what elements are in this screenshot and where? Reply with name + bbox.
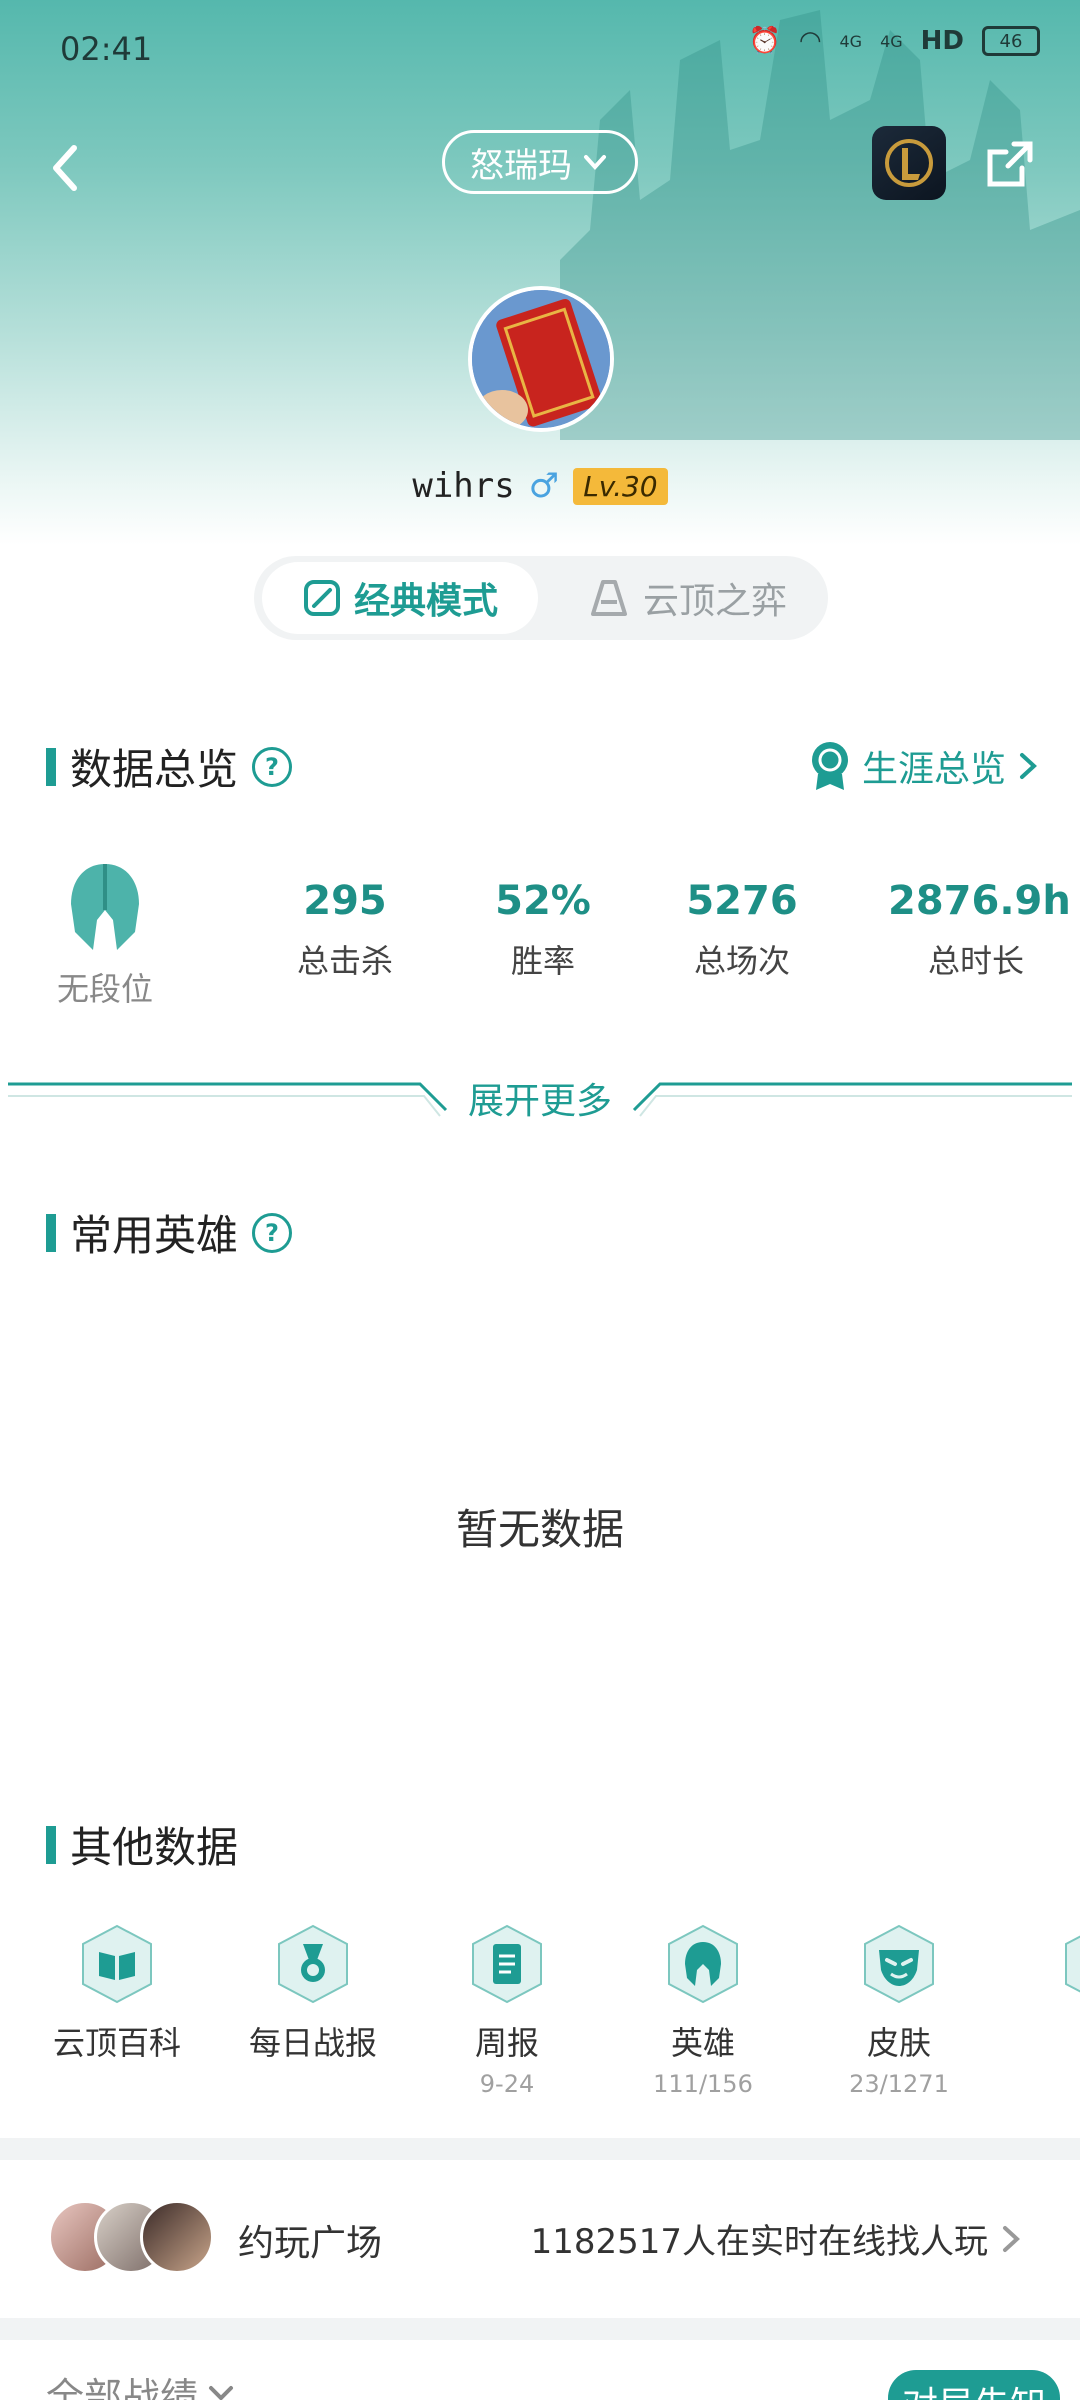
help-icon[interactable]: ? — [252, 746, 293, 787]
classic-mode-icon — [303, 580, 340, 616]
grid-item-tft-wiki[interactable]: 云顶百科 — [42, 1924, 192, 2064]
career-badge-icon — [811, 742, 848, 790]
top-bar: 怒瑞玛 — [0, 120, 1080, 210]
stat-total-kills: 295 总击杀 — [280, 878, 410, 982]
grid-item-partial[interactable] — [1020, 1924, 1080, 2004]
help-icon[interactable]: ? — [252, 1212, 293, 1253]
status-bar: 02:41 ⏰ ◠ 4G 4G HD 46 — [0, 0, 1080, 96]
grid-item-label: 英雄 — [670, 2024, 735, 2062]
stat-win-rate: 52% 胜率 — [478, 878, 608, 982]
career-link-label: 生涯总览 — [861, 749, 1006, 790]
helmet-icon — [668, 1924, 738, 2004]
partial-hexagon-icon — [1065, 1935, 1080, 1993]
chevron-down-icon — [584, 155, 606, 170]
overview-title: 数据总览 — [70, 745, 239, 794]
heroes-heading: 常用英雄 ? — [46, 1202, 293, 1263]
chevron-right-icon — [1003, 2225, 1020, 2252]
chevron-right-icon — [1020, 753, 1037, 779]
username: wihrs — [412, 466, 515, 506]
tft-icon — [590, 580, 627, 616]
stat-value: 5276 — [686, 878, 798, 924]
tab-tft[interactable]: 云顶之弈 — [554, 562, 820, 634]
tab-classic-label: 经典模式 — [353, 581, 498, 622]
section-accent-bar — [46, 747, 56, 786]
stat-value: 295 — [303, 878, 387, 924]
share-icon[interactable] — [980, 134, 1040, 194]
stat-label: 总场次 — [693, 942, 790, 980]
medal-icon — [278, 1924, 348, 2004]
signal-icon-1: 4G — [839, 31, 863, 51]
back-icon[interactable] — [36, 130, 96, 200]
section-divider — [0, 2138, 1080, 2160]
rank-helmet-icon — [71, 864, 139, 950]
document-icon — [472, 1924, 542, 2004]
grid-item-sub: 9-24 — [479, 2070, 535, 2098]
mask-icon — [864, 1924, 934, 2004]
grid-item-heroes[interactable]: 英雄 111/156 — [628, 1924, 778, 2098]
male-icon: ♂ — [528, 466, 560, 506]
grid-item-sub: 23/1271 — [849, 2070, 949, 2098]
expand-more[interactable]: 展开更多 — [0, 1060, 1080, 1140]
stat-value: 2876.9h — [888, 878, 1071, 924]
stat-label: 胜率 — [510, 942, 575, 980]
server-label: 怒瑞玛 — [470, 145, 572, 186]
chevron-down-icon — [209, 2386, 234, 2400]
grid-item-label: 周报 — [474, 2024, 539, 2062]
game-logo[interactable] — [872, 126, 946, 200]
grid-item-label: 云顶百科 — [52, 2024, 181, 2062]
hd-icon: HD — [920, 26, 964, 56]
rank-block[interactable]: 无段位 — [50, 860, 160, 1010]
grid-item-skins[interactable]: 皮肤 23/1271 — [824, 1924, 974, 2098]
status-icons: ⏰ ◠ 4G 4G HD 46 — [748, 26, 1040, 56]
career-overview-link[interactable]: 生涯总览 — [808, 740, 1040, 792]
grid-item-label: 皮肤 — [866, 2024, 931, 2062]
records-bar: 全部战绩 对局先知 — [0, 2336, 1080, 2400]
play-square-row[interactable]: 约玩广场 1182517人在实时在线找人玩 — [0, 2160, 1080, 2320]
signal-icon-2: 4G — [880, 31, 903, 51]
pre-know-button[interactable]: 对局先知 — [888, 2370, 1060, 2400]
heroes-empty-message: 暂无数据 — [455, 1505, 624, 1554]
grid-item-daily-report[interactable]: 每日战报 — [238, 1924, 388, 2064]
online-count-text: 1182517人在实时在线找人玩 — [530, 2222, 988, 2262]
section-accent-bar — [46, 1213, 56, 1252]
avatar[interactable] — [468, 286, 614, 432]
stat-total-time: 2876.9h 总时长 — [888, 878, 1071, 982]
other-data-title: 其他数据 — [70, 1823, 239, 1872]
book-icon — [82, 1924, 152, 2004]
user-info-row: wihrs ♂ Lv.30 — [0, 466, 1080, 506]
stat-total-games: 5276 总场次 — [672, 878, 812, 982]
tab-tft-label: 云顶之弈 — [642, 581, 787, 622]
all-records-label: 全部战绩 — [46, 2375, 199, 2400]
status-time: 02:41 — [60, 30, 153, 68]
level-badge: Lv.30 — [573, 467, 668, 505]
stat-value: 52% — [495, 878, 591, 924]
player-avatars — [48, 2200, 218, 2276]
expand-more-label: 展开更多 — [467, 1081, 612, 1122]
play-square-title: 约玩广场 — [238, 2223, 383, 2264]
grid-item-label: 每日战报 — [248, 2024, 377, 2062]
all-records-dropdown[interactable]: 全部战绩 — [46, 2366, 236, 2400]
wifi-icon: ◠ — [798, 26, 822, 56]
battery-icon: 46 — [982, 26, 1040, 56]
player-avatar — [140, 2200, 214, 2274]
online-count: 1182517人在实时在线找人玩 — [531, 2214, 1022, 2263]
league-logo-icon — [885, 139, 933, 187]
grid-item-weekly-report[interactable]: 周报 9-24 — [432, 1924, 582, 2098]
stat-label: 总时长 — [927, 942, 1024, 980]
section-accent-bar — [46, 1825, 56, 1864]
overview-heading: 数据总览 ? — [46, 736, 293, 797]
other-data-heading: 其他数据 — [46, 1814, 238, 1875]
grid-item-sub: 111/156 — [653, 2070, 753, 2098]
mode-tabs: 经典模式 云顶之弈 — [254, 556, 828, 640]
alarm-icon: ⏰ — [748, 26, 781, 56]
tab-classic-mode[interactable]: 经典模式 — [262, 562, 538, 634]
heroes-title: 常用英雄 — [70, 1211, 239, 1260]
server-select[interactable]: 怒瑞玛 — [442, 130, 638, 194]
profile-header: 02:41 ⏰ ◠ 4G 4G HD 46 怒瑞玛 wihrs ♂ Lv.30 — [0, 0, 1080, 545]
stat-label: 总击杀 — [296, 942, 393, 980]
rank-label: 无段位 — [56, 970, 153, 1008]
